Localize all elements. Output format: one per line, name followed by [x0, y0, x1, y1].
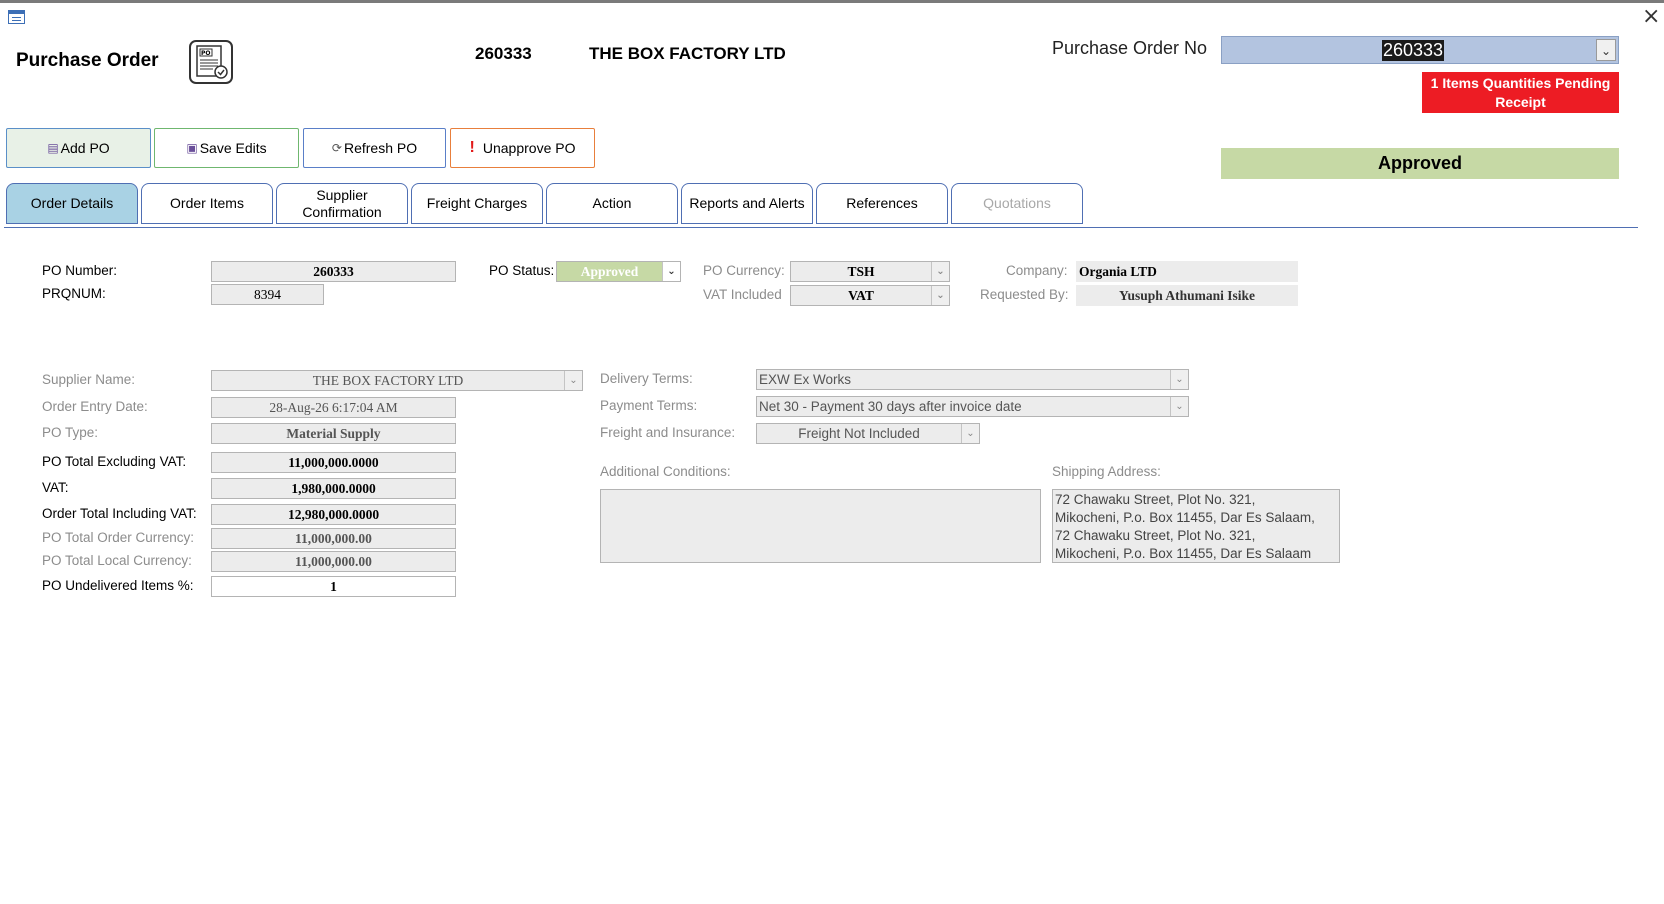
window-top-border [0, 0, 1664, 3]
purchase-order-no-combo[interactable]: 260333 ⌄ [1221, 36, 1619, 64]
additional-conditions-field[interactable] [600, 489, 1041, 563]
shipping-address-label: Shipping Address: [1052, 464, 1161, 479]
company-field[interactable]: Organia LTD [1076, 261, 1298, 282]
tab-order-details[interactable]: Order Details [6, 183, 138, 224]
pending-receipt-alert: 1 Items Quantities Pending Receipt [1422, 72, 1619, 113]
header-supplier-name: THE BOX FACTORY LTD [589, 44, 786, 63]
prqnum-label: PRQNUM: [42, 286, 106, 301]
vat-label: VAT: [42, 480, 69, 495]
freight-insurance-value: Freight Not Included [798, 426, 920, 441]
add-icon: ▤ [47, 141, 59, 155]
additional-conditions-label: Additional Conditions: [600, 464, 731, 479]
supplier-name-combo[interactable]: THE BOX FACTORY LTD ⌄ [211, 370, 583, 391]
form-icon [8, 10, 25, 24]
refresh-po-label: Refresh PO [343, 140, 418, 156]
purchase-order-no-label: Purchase Order No [1052, 38, 1208, 58]
add-po-button[interactable]: ▤ Add PO [6, 128, 151, 168]
add-po-label: Add PO [60, 140, 110, 156]
chevron-down-icon[interactable]: ⌄ [662, 262, 680, 281]
freight-insurance-label: Freight and Insurance: [600, 425, 736, 440]
po-currency-combo[interactable]: TSH ⌄ [790, 261, 950, 282]
tab-supplier-confirmation[interactable]: Supplier Confirmation [276, 183, 408, 224]
po-type-label: PO Type: [42, 425, 99, 440]
header-po-number: 260333 [475, 44, 532, 63]
delivery-terms-value: EXW Ex Works [759, 372, 852, 387]
chevron-down-icon[interactable]: ⌄ [564, 371, 582, 390]
payment-terms-combo[interactable]: Net 30 - Payment 30 days after invoice d… [756, 396, 1189, 417]
unapprove-po-button[interactable]: ! Unapprove PO [450, 128, 595, 168]
tab-divider [4, 227, 1638, 228]
total-excl-vat-field[interactable]: 11,000,000.0000 [211, 452, 456, 473]
requested-by-field[interactable]: Yusuph Athumani Isike [1076, 285, 1298, 306]
save-edits-label: Save Edits [199, 140, 267, 156]
order-entry-date-field[interactable]: 28-Aug-26 6:17:04 AM [211, 397, 456, 418]
total-incl-vat-field[interactable]: 12,980,000.0000 [211, 504, 456, 525]
total-order-currency-label: PO Total Order Currency: [42, 530, 195, 545]
shipping-address-field[interactable]: 72 Chawaku Street, Plot No. 321, Mikoche… [1052, 489, 1340, 563]
close-icon[interactable]: × [1642, 6, 1660, 28]
purchase-order-no-value: 260333 [1382, 40, 1445, 61]
tab-action[interactable]: Action [546, 183, 678, 224]
chevron-down-icon[interactable]: ⌄ [931, 286, 949, 305]
purchase-order-icon: PO [189, 40, 233, 84]
po-type-field[interactable]: Material Supply [211, 423, 456, 444]
chevron-down-icon[interactable]: ⌄ [931, 262, 949, 281]
po-currency-value: TSH [847, 264, 875, 279]
tab-quotations[interactable]: Quotations [951, 183, 1083, 224]
delivery-terms-combo[interactable]: EXW Ex Works ⌄ [756, 369, 1189, 390]
po-status-combo[interactable]: Approved ⌄ [556, 261, 681, 282]
vat-included-combo[interactable]: VAT ⌄ [790, 285, 950, 306]
prqnum-field[interactable]: 8394 [211, 284, 324, 305]
total-local-currency-label: PO Total Local Currency: [42, 553, 192, 568]
total-order-currency-field[interactable]: 11,000,000.00 [211, 528, 456, 549]
save-edits-button[interactable]: ▣ Save Edits [154, 128, 299, 168]
status-banner: Approved [1221, 148, 1619, 179]
payment-terms-value: Net 30 - Payment 30 days after invoice d… [759, 399, 1022, 414]
refresh-po-button[interactable]: ⟳ Refresh PO [303, 128, 446, 168]
vat-field[interactable]: 1,980,000.0000 [211, 478, 456, 499]
refresh-icon: ⟳ [331, 141, 342, 155]
chevron-down-icon[interactable]: ⌄ [961, 424, 979, 443]
svg-text:PO: PO [201, 50, 211, 57]
delivery-terms-label: Delivery Terms: [600, 371, 693, 386]
tab-references[interactable]: References [816, 183, 948, 224]
vat-included-label: VAT Included [703, 287, 782, 302]
total-incl-vat-label: Order Total Including VAT: [42, 506, 197, 521]
chevron-down-icon[interactable]: ⌄ [1596, 39, 1616, 61]
page-title: Purchase Order [16, 50, 159, 71]
tab-freight-charges[interactable]: Freight Charges [411, 183, 543, 224]
requested-by-label: Requested By: [980, 287, 1069, 302]
po-number-field[interactable]: 260333 [211, 261, 456, 282]
chevron-down-icon[interactable]: ⌄ [1170, 370, 1188, 389]
po-status-value: Approved [580, 264, 639, 279]
company-label: Company: [1006, 263, 1068, 278]
chevron-down-icon[interactable]: ⌄ [1170, 397, 1188, 416]
save-icon: ▣ [186, 141, 198, 155]
po-status-label: PO Status: [489, 263, 555, 278]
exclamation-icon: ! [469, 139, 475, 156]
undelivered-label: PO Undelivered Items %: [42, 578, 194, 593]
total-local-currency-field[interactable]: 11,000,000.00 [211, 551, 456, 572]
supplier-name-label: Supplier Name: [42, 372, 136, 387]
supplier-name-value: THE BOX FACTORY LTD [312, 373, 464, 388]
total-excl-vat-label: PO Total Excluding VAT: [42, 454, 187, 469]
vat-included-value: VAT [848, 288, 874, 303]
tab-reports-and-alerts[interactable]: Reports and Alerts [681, 183, 813, 224]
unapprove-po-label: Unapprove PO [482, 140, 576, 156]
undelivered-field[interactable]: 1 [211, 576, 456, 597]
payment-terms-label: Payment Terms: [600, 398, 698, 413]
tab-order-items[interactable]: Order Items [141, 183, 273, 224]
po-currency-label: PO Currency: [703, 263, 785, 278]
po-number-label: PO Number: [42, 263, 118, 278]
freight-insurance-combo[interactable]: Freight Not Included ⌄ [756, 423, 980, 444]
order-entry-date-label: Order Entry Date: [42, 399, 148, 414]
